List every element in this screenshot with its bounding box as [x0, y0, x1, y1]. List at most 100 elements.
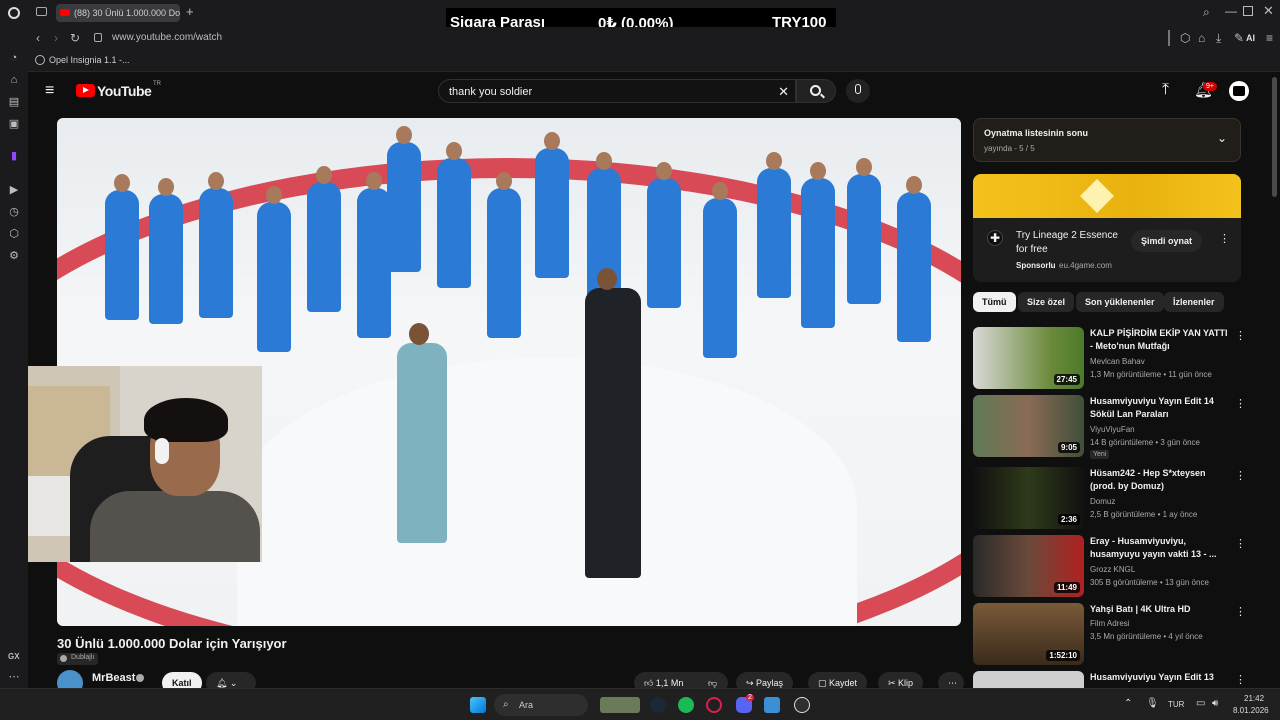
- twitch-tools-icon[interactable]: ▤: [8, 96, 20, 108]
- bookmark-item[interactable]: Opel Insignia 1.1 -...: [49, 55, 130, 65]
- search-input[interactable]: thank you soldier ✕: [438, 79, 796, 103]
- forward-icon[interactable]: ›: [54, 32, 58, 44]
- close-window-icon[interactable]: ✕: [1263, 4, 1274, 17]
- store-icon[interactable]: ⌂: [8, 74, 20, 86]
- easy-setup-icon[interactable]: ✎: [1234, 32, 1244, 44]
- ad-banner-image[interactable]: [973, 174, 1241, 218]
- twitch-icon[interactable]: ▮: [8, 150, 20, 162]
- clock-date[interactable]: 8.01.2026: [1233, 706, 1269, 715]
- join-button[interactable]: Katıl: [162, 672, 202, 688]
- url-text[interactable]: www.youtube.com/watch: [112, 32, 222, 43]
- dislike-button[interactable]: 👎︎: [698, 672, 728, 688]
- recommendation-item[interactable]: 2:36 Hüsam242 - Hep S*xteysen (prod. by …: [973, 467, 1253, 529]
- logo-region: TR: [153, 81, 161, 87]
- taskbar-search-input[interactable]: ⌕ Ara: [494, 694, 588, 716]
- reload-icon[interactable]: ↻: [70, 32, 80, 44]
- more-options-icon[interactable]: ⋮: [1235, 329, 1246, 342]
- speed-dial-icon[interactable]: ◔: [8, 52, 20, 64]
- ad-title[interactable]: Try Lineage 2 Essence for free: [1016, 229, 1126, 257]
- share-button[interactable]: ↪ Paylaş: [736, 672, 794, 688]
- language-indicator[interactable]: TUR: [1168, 700, 1184, 709]
- gx-label[interactable]: GX: [8, 652, 20, 661]
- menu-icon[interactable]: ≡: [1266, 32, 1273, 44]
- chip-label: Son yüklenenler: [1085, 297, 1155, 307]
- taskbar-search-placeholder: Ara: [519, 700, 534, 710]
- widget-thumbnail-icon[interactable]: [600, 697, 640, 713]
- recommendation-item[interactable]: 27:45 KALP PİŞİRDİM EKİP YAN YATTI - Met…: [973, 327, 1253, 389]
- workspaces-icon[interactable]: [36, 7, 47, 16]
- more-actions-button[interactable]: ⋯: [938, 672, 964, 688]
- like-icon: 👍︎: [644, 678, 656, 688]
- video-thumbnail[interactable]: 11:49: [973, 535, 1084, 597]
- mic-tray-icon[interactable]: 🎙︎: [1146, 698, 1159, 709]
- contestant: [105, 174, 139, 320]
- recommendation-item[interactable]: 1:52:10 Yahşi Batı | 4K Ultra HD Film Ad…: [973, 603, 1253, 665]
- ad-card[interactable]: ✚ Try Lineage 2 Essence for free Sponsor…: [973, 174, 1241, 282]
- upload-icon[interactable]: ⤒: [1162, 81, 1169, 99]
- ai-label[interactable]: AI: [1246, 33, 1255, 43]
- playlist-panel[interactable]: Oynatma listesinin sonu yayında - 5 / 5 …: [973, 118, 1241, 162]
- ad-cta-button[interactable]: Şimdi oynat: [1131, 230, 1203, 252]
- volume-icon[interactable]: 🔊︎: [1212, 698, 1218, 709]
- extensions-icon[interactable]: ⬡: [1180, 32, 1190, 44]
- chip-watched[interactable]: İzlenenler: [1164, 292, 1224, 312]
- network-icon[interactable]: ▭: [1196, 698, 1205, 709]
- back-icon[interactable]: ‹: [36, 32, 40, 44]
- guide-menu-icon[interactable]: ≡: [45, 82, 54, 100]
- more-options-icon[interactable]: ⋮: [1235, 605, 1246, 618]
- maximize-icon[interactable]: [1243, 6, 1253, 16]
- new-tab-icon[interactable]: +: [186, 5, 194, 18]
- chevron-down-icon[interactable]: ⌄: [1217, 131, 1227, 145]
- wallet-icon[interactable]: ⌂: [1198, 32, 1205, 44]
- file-explorer-icon[interactable]: [764, 697, 780, 713]
- tray-chevron-icon[interactable]: ⌃: [1124, 698, 1132, 709]
- ad-more-icon[interactable]: ⋮: [1219, 232, 1230, 245]
- video-thumbnail[interactable]: 1:52:10: [973, 603, 1084, 665]
- spotify-icon[interactable]: [678, 697, 694, 713]
- extensions-sidebar-icon[interactable]: ⬡: [8, 228, 20, 240]
- chip-recent[interactable]: Son yüklenenler: [1076, 292, 1164, 312]
- search-button[interactable]: [796, 79, 836, 103]
- recommendation-item[interactable]: 11:49 Eray - Husamviyuviyu, husamyuyu ya…: [973, 535, 1253, 597]
- obs-icon[interactable]: [794, 697, 810, 713]
- voice-search-button[interactable]: [846, 79, 870, 103]
- minimize-icon[interactable]: —: [1225, 5, 1237, 17]
- youtube-favicon-icon: [60, 9, 70, 16]
- subscribe-bell-button[interactable]: 🔔︎ ⌄: [206, 672, 256, 688]
- more-options-icon[interactable]: ⋮: [1235, 537, 1246, 550]
- youtube-logo[interactable]: YouTube TR: [76, 81, 161, 101]
- download-icon[interactable]: ⤓: [1216, 32, 1221, 44]
- windows-start-icon[interactable]: [470, 697, 486, 713]
- opera-logo-icon[interactable]: [8, 7, 20, 19]
- more-icon[interactable]: ⋯: [8, 671, 20, 683]
- video-thumbnail[interactable]: 2:36: [973, 467, 1084, 529]
- chip-all[interactable]: Tümü: [973, 292, 1016, 312]
- history-icon[interactable]: ◷: [8, 206, 20, 218]
- more-options-icon[interactable]: ⋮: [1235, 469, 1246, 482]
- chip-label: İzlenenler: [1173, 297, 1215, 307]
- tab-youtube[interactable]: (88) 30 Ünlü 1.000.000 Do: [56, 4, 180, 22]
- clip-button[interactable]: ✂ Klip: [878, 672, 924, 688]
- save-button[interactable]: ▢ Kaydet: [808, 672, 868, 688]
- video-thumbnail[interactable]: 27:45: [973, 327, 1084, 389]
- settings-icon[interactable]: ⚙: [8, 250, 20, 262]
- page-scrollbar[interactable]: [1272, 77, 1277, 197]
- search-tabs-icon[interactable]: ⌕: [1203, 6, 1210, 18]
- video-thumbnail[interactable]: [973, 671, 1084, 688]
- recommendation-title: Husamviyuviyu Yayın Edit 13: [1090, 672, 1214, 682]
- clock-time[interactable]: 21:42: [1244, 694, 1264, 703]
- recommendation-item[interactable]: Husamviyuviyu Yayın Edit 13 ⋮: [973, 671, 1253, 688]
- opera-gx-icon[interactable]: [706, 697, 722, 713]
- channel-name[interactable]: MrBeast: [92, 672, 135, 684]
- steam-icon[interactable]: [650, 697, 666, 713]
- player-icon[interactable]: ▶: [8, 184, 20, 196]
- duration-badge: 1:52:10: [1046, 650, 1080, 661]
- channel-avatar[interactable]: [57, 670, 83, 688]
- video-thumbnail[interactable]: 9:05: [973, 395, 1084, 457]
- recommendation-item[interactable]: 9:05 Husamviyuviyu Yayın Edit 14 Sökül L…: [973, 395, 1253, 459]
- more-options-icon[interactable]: ⋮: [1235, 673, 1246, 686]
- clear-search-icon[interactable]: ✕: [778, 84, 789, 100]
- chip-for-you[interactable]: Size özel: [1018, 292, 1075, 312]
- mods-icon[interactable]: ▣: [8, 118, 20, 130]
- more-options-icon[interactable]: ⋮: [1235, 397, 1246, 410]
